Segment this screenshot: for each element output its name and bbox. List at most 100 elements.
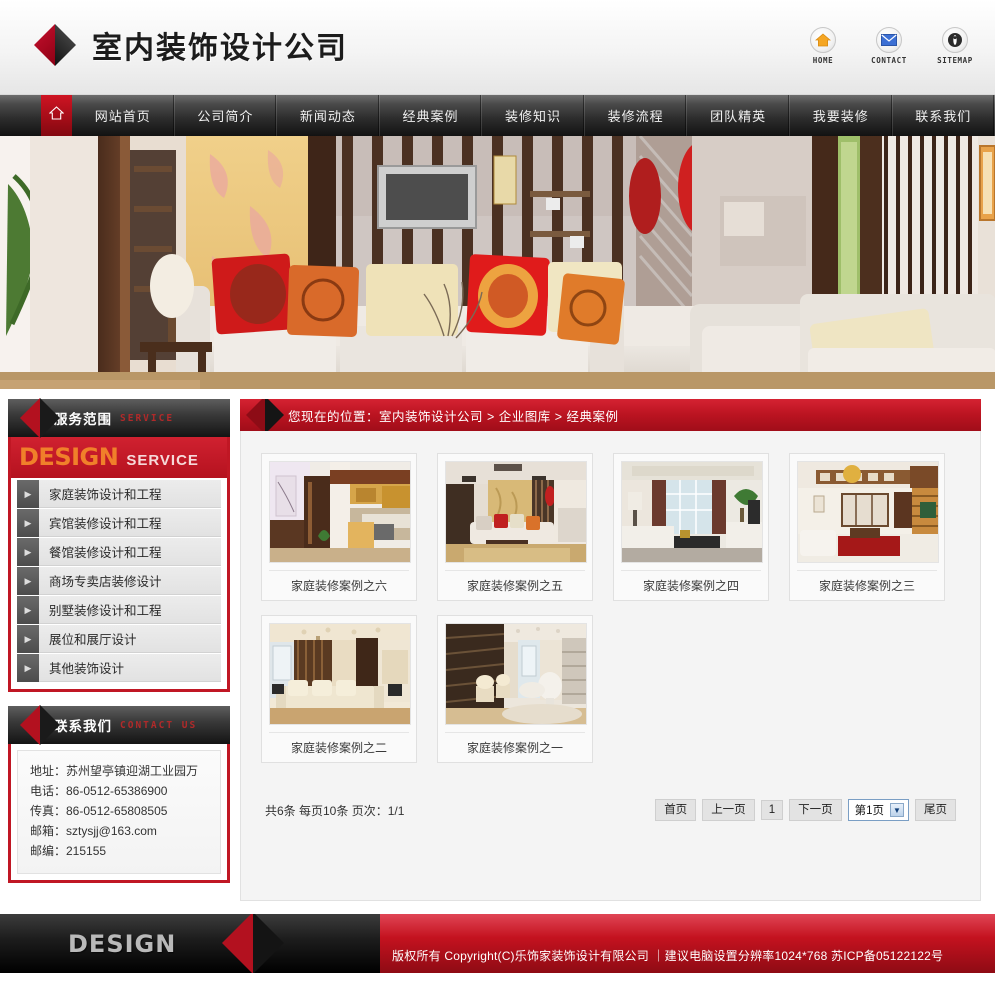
pagination-info: 共6条 每页10条 页次：1/1 (265, 803, 405, 818)
chevron-right-icon: ▶ (17, 567, 39, 595)
gallery-caption-1: 家庭装修案例之五 (445, 570, 585, 600)
sidebar-item-3-label: 商场专卖店装修设计 (39, 567, 221, 595)
sidebar-item-6[interactable]: ▶ 其他装饰设计 (17, 654, 221, 682)
quick-link-sitemap[interactable]: SITEMAP (933, 27, 977, 65)
chevron-right-icon: ▶ (17, 625, 39, 653)
nav-home-tab[interactable] (41, 95, 72, 136)
design-service-banner: DESIGN SERVICE (11, 437, 227, 478)
sidebar-item-2-label: 餐馆装修设计和工程 (39, 538, 221, 566)
contact-panel-header: 联系我们 CONTACT US (8, 705, 230, 745)
pagination-page-1[interactable]: 1 (760, 800, 784, 820)
contact-panel-title-cn: 联系我们 (54, 719, 112, 734)
pagination-next-button[interactable]: 下一页 (789, 799, 842, 821)
quick-link-home-label: HOME (812, 56, 834, 65)
sidebar-item-1-label: 宾馆装修设计和工程 (39, 509, 221, 537)
gallery-caption-4: 家庭装修案例之二 (269, 732, 409, 762)
sidebar-item-0[interactable]: ▶ 家庭装饰设计和工程 (17, 480, 221, 508)
quick-link-contact-label: CONTACT (871, 56, 907, 65)
content-area: 服务范围 SERVICE DESIGN SERVICE ▶ 家庭装饰设计和工程 … (0, 389, 995, 914)
gallery-card-4[interactable]: 家庭装修案例之二 (261, 615, 417, 763)
footer-dark-panel (0, 914, 380, 973)
sidebar-item-2[interactable]: ▶ 餐馆装修设计和工程 (17, 538, 221, 566)
chevron-right-icon: ▶ (17, 654, 39, 682)
nav-item-1[interactable]: 公司简介 (175, 95, 278, 136)
gallery-card-3[interactable]: 家庭装修案例之三 (789, 453, 945, 601)
contact-details: 地址：苏州望亭镇迎湖工业园万 电话：86-0512-65386900 传真：86… (17, 750, 221, 874)
gallery-card-1[interactable]: 家庭装修案例之五 (437, 453, 593, 601)
gallery-thumbnail (445, 461, 587, 563)
gallery-panel: 家庭装修案例之六 家庭装修案例之五 家庭装修案例之四 家庭装修案例之三 家庭装修… (240, 431, 981, 901)
chevron-right-icon: ▶ (17, 596, 39, 624)
chevron-right-icon: ▶ (17, 509, 39, 537)
house-icon (48, 106, 65, 125)
chevron-down-icon: ▼ (890, 803, 904, 817)
gallery-thumbnail (797, 461, 939, 563)
design-banner-sub: SERVICE (126, 452, 199, 469)
service-panel-header: 服务范围 SERVICE (8, 398, 230, 438)
contact-email: 邮箱：sztysjj@163.com (30, 824, 157, 838)
contact-panel-body: 地址：苏州望亭镇迎湖工业园万 电话：86-0512-65386900 传真：86… (8, 744, 230, 883)
pagination: 共6条 每页10条 页次：1/1 首页 上一页 1 下一页 第1页 ▼ 尾页 (261, 799, 960, 833)
service-panel-title-en: SERVICE (120, 412, 175, 424)
sidebar-item-4[interactable]: ▶ 别墅装修设计和工程 (17, 596, 221, 624)
nav-item-0[interactable]: 网站首页 (72, 95, 175, 136)
gallery-thumbnail (445, 623, 587, 725)
diamond-bullet-icon (20, 398, 60, 438)
sidebar-item-3[interactable]: ▶ 商场专卖店装修设计 (17, 567, 221, 595)
diamond-logo-icon (222, 914, 284, 973)
nav-item-7[interactable]: 我要装修 (790, 95, 893, 136)
footer-design-word: DESIGN (68, 930, 177, 958)
page-title: 室内装饰设计公司 (92, 31, 348, 66)
sidebar-item-5[interactable]: ▶ 展位和展厅设计 (17, 625, 221, 653)
quick-link-sitemap-label: SITEMAP (937, 56, 973, 65)
service-panel-title-cn: 服务范围 (54, 412, 112, 427)
gallery-caption-5: 家庭装修案例之一 (445, 732, 585, 762)
gallery-card-2[interactable]: 家庭装修案例之四 (613, 453, 769, 601)
gallery-card-0[interactable]: 家庭装修案例之六 (261, 453, 417, 601)
gallery-grid: 家庭装修案例之六 家庭装修案例之五 家庭装修案例之四 家庭装修案例之三 家庭装修… (261, 453, 960, 763)
nav-item-4[interactable]: 装修知识 (482, 95, 585, 136)
gallery-thumbnail (621, 461, 763, 563)
footer-red-panel (380, 914, 995, 973)
gallery-thumbnail (269, 461, 411, 563)
sidebar: 服务范围 SERVICE DESIGN SERVICE ▶ 家庭装饰设计和工程 … (8, 398, 230, 914)
pagination-first-button[interactable]: 首页 (655, 799, 697, 821)
nav-item-6[interactable]: 团队精英 (687, 95, 790, 136)
pagination-controls: 首页 上一页 1 下一页 第1页 ▼ 尾页 (655, 799, 956, 821)
nav-item-5[interactable]: 装修流程 (585, 95, 688, 136)
service-list: ▶ 家庭装饰设计和工程 ▶ 宾馆装修设计和工程 ▶ 餐馆装修设计和工程 ▶ 商场… (11, 478, 227, 689)
logo-block[interactable]: 室内装饰设计公司 (34, 23, 348, 67)
breadcrumb-text: 您现在的位置：室内装饰设计公司 > 企业图库 > 经典案例 (288, 409, 619, 424)
nav-item-2[interactable]: 新闻动态 (277, 95, 380, 136)
diamond-bullet-icon (246, 399, 284, 431)
pagination-last-button[interactable]: 尾页 (915, 799, 956, 821)
sidebar-item-5-label: 展位和展厅设计 (39, 625, 221, 653)
gallery-caption-0: 家庭装修案例之六 (269, 570, 409, 600)
pagination-prev-button[interactable]: 上一页 (702, 799, 755, 821)
pagination-page-select-value: 第1页 (854, 805, 884, 817)
gallery-thumbnail (269, 623, 411, 725)
quick-link-home[interactable]: HOME (801, 27, 845, 65)
sidebar-item-1[interactable]: ▶ 宾馆装修设计和工程 (17, 509, 221, 537)
quick-link-contact[interactable]: CONTACT (867, 27, 911, 65)
contact-phone: 电话：86-0512-65386900 (30, 784, 168, 798)
gallery-card-5[interactable]: 家庭装修案例之一 (437, 615, 593, 763)
site-header: 室内装饰设计公司 HOME CONTACT SITEMAP (0, 0, 995, 95)
chevron-right-icon: ▶ (17, 538, 39, 566)
home-icon (810, 27, 836, 53)
diamond-bullet-icon (20, 705, 60, 745)
sitemap-pin-icon (942, 27, 968, 53)
main-content: 您现在的位置：室内装饰设计公司 > 企业图库 > 经典案例 家庭装修案例之六 家… (240, 399, 981, 914)
design-banner-main: DESIGN (19, 443, 119, 471)
sidebar-item-4-label: 别墅装修设计和工程 (39, 596, 221, 624)
contact-fax: 传真：86-0512-65808505 (30, 804, 168, 818)
sidebar-item-0-label: 家庭装饰设计和工程 (39, 480, 221, 508)
nav-item-3[interactable]: 经典案例 (380, 95, 483, 136)
contact-address: 地址：苏州望亭镇迎湖工业园万 (30, 764, 199, 778)
gallery-caption-3: 家庭装修案例之三 (797, 570, 937, 600)
pagination-page-select[interactable]: 第1页 ▼ (847, 799, 909, 821)
contact-panel-title-en: CONTACT US (120, 719, 198, 731)
nav-item-8[interactable]: 联系我们 (893, 95, 995, 136)
gallery-caption-2: 家庭装修案例之四 (621, 570, 761, 600)
chevron-right-icon: ▶ (17, 480, 39, 508)
